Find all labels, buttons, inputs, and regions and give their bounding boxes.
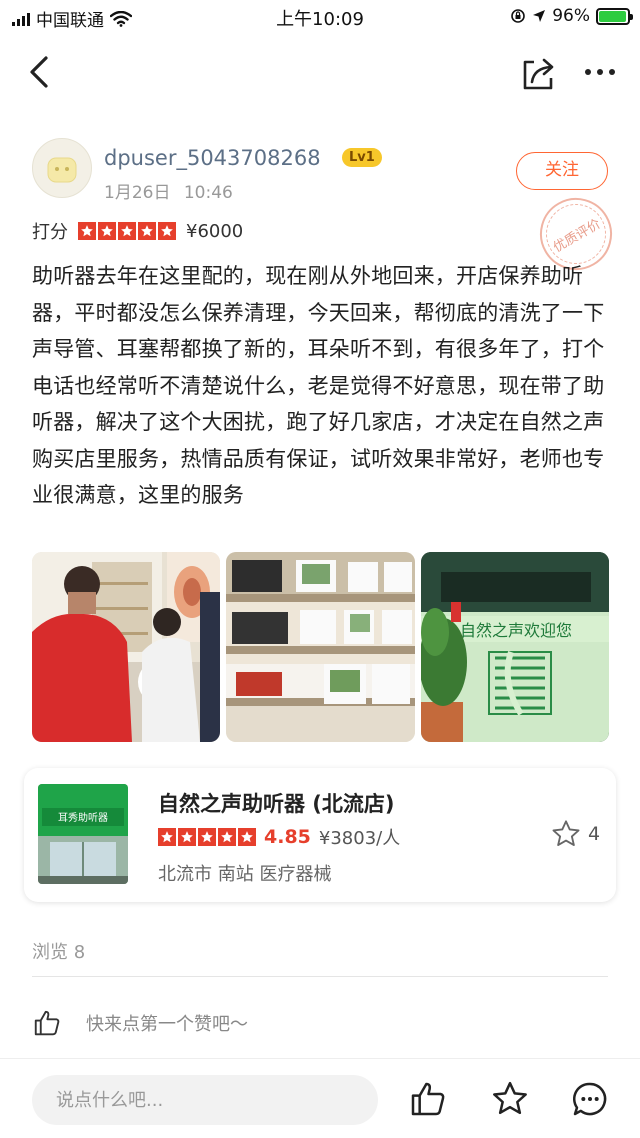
shop-avg-price: ¥3803/人 [318, 828, 401, 849]
rating-stars [78, 222, 176, 240]
like-prompt-row[interactable]: 快来点第一个赞吧～ [32, 1008, 248, 1038]
chevron-left-icon [30, 56, 48, 88]
welcome-sign-text: 自然之声欢迎您 [460, 621, 572, 640]
more-button[interactable] [578, 50, 622, 94]
review-photo-3[interactable]: 自然之声欢迎您 [420, 552, 609, 742]
thumbs-up-icon [411, 1082, 445, 1116]
shop-name: 自然之声助听器 (北流店) [158, 792, 395, 816]
shop-rating-stars [158, 828, 256, 846]
shop-score: 4.85 [264, 826, 311, 848]
battery-icon [596, 7, 633, 25]
star-outline-icon [552, 820, 580, 846]
status-bar: 中国联通 上午10:09 96% [0, 0, 640, 34]
avatar[interactable] [32, 138, 92, 198]
more-dots-icon [585, 69, 615, 75]
battery-percent: 96% [552, 6, 590, 26]
storefront-sign-text: 耳秀助听器 [58, 811, 108, 824]
view-count: 浏览 8 [32, 942, 86, 963]
location-arrow-icon [533, 10, 546, 22]
divider [32, 976, 608, 977]
favorite-button[interactable] [490, 1079, 530, 1119]
thumbs-up-icon [34, 1010, 60, 1036]
battery-fill [599, 10, 626, 22]
review-photos: 自然之声欢迎您 [32, 552, 609, 742]
shop-card[interactable]: 耳秀助听器 自然之声助听器 (北流店) 4.85 ¥3803/人 北流市 南站 … [24, 768, 616, 902]
like-button[interactable] [408, 1079, 448, 1119]
review-author-row: dpuser_5043708268 Lv1 1月26日 10:46 关注 [0, 134, 640, 214]
rating-star-icon [78, 222, 96, 240]
share-button[interactable] [518, 50, 558, 94]
like-prompt-text: 快来点第一个赞吧～ [86, 1014, 248, 1035]
shop-tags: 北流市 南站 医疗器械 [158, 864, 332, 885]
review-body: 助听器去年在这里配的，现在刚从外地回来，开店保养助听器，平时都没怎么保养清理，今… [32, 264, 605, 507]
shop-favorite-button[interactable]: 4 [550, 818, 600, 850]
rating-star-icon [218, 828, 236, 846]
rating-star-icon [138, 222, 156, 240]
rating-star-icon [198, 828, 216, 846]
default-avatar-icon [47, 157, 77, 183]
user-level-badge: Lv1 [342, 148, 382, 167]
username[interactable]: dpuser_5043708268 [104, 146, 321, 170]
back-button[interactable] [22, 50, 62, 94]
post-timestamp: 1月26日 10:46 [104, 178, 233, 203]
rating-row: 打分 ¥6000 [32, 218, 243, 244]
comment-input[interactable] [32, 1075, 378, 1125]
shop-thumbnail: 耳秀助听器 [38, 784, 128, 884]
nav-bar [0, 40, 640, 104]
rating-label: 打分 [32, 222, 68, 243]
price-per-person: ¥6000 [186, 220, 244, 242]
comment-bubble-icon [572, 1082, 607, 1116]
rating-star-icon [158, 828, 176, 846]
bottom-action-bar [0, 1058, 640, 1138]
review-photo-2[interactable] [226, 552, 415, 742]
rating-star-icon [158, 222, 176, 240]
post-time: 10:46 [183, 183, 233, 203]
shop-favorite-count: 4 [588, 823, 601, 845]
review-photo-1[interactable] [32, 552, 221, 742]
quality-stamp-label: 优质评价 [550, 216, 604, 256]
rating-star-icon [238, 828, 256, 846]
rating-star-icon [178, 828, 196, 846]
shop-rating-row: 4.85 ¥3803/人 [158, 824, 400, 850]
star-outline-icon [493, 1081, 527, 1115]
rotation-lock-icon [511, 9, 526, 23]
rating-star-icon [98, 222, 116, 240]
rating-star-icon [118, 222, 136, 240]
follow-button[interactable]: 关注 [516, 152, 608, 190]
comment-button[interactable] [570, 1079, 610, 1119]
post-date: 1月26日 [104, 183, 171, 203]
share-icon [523, 58, 554, 90]
